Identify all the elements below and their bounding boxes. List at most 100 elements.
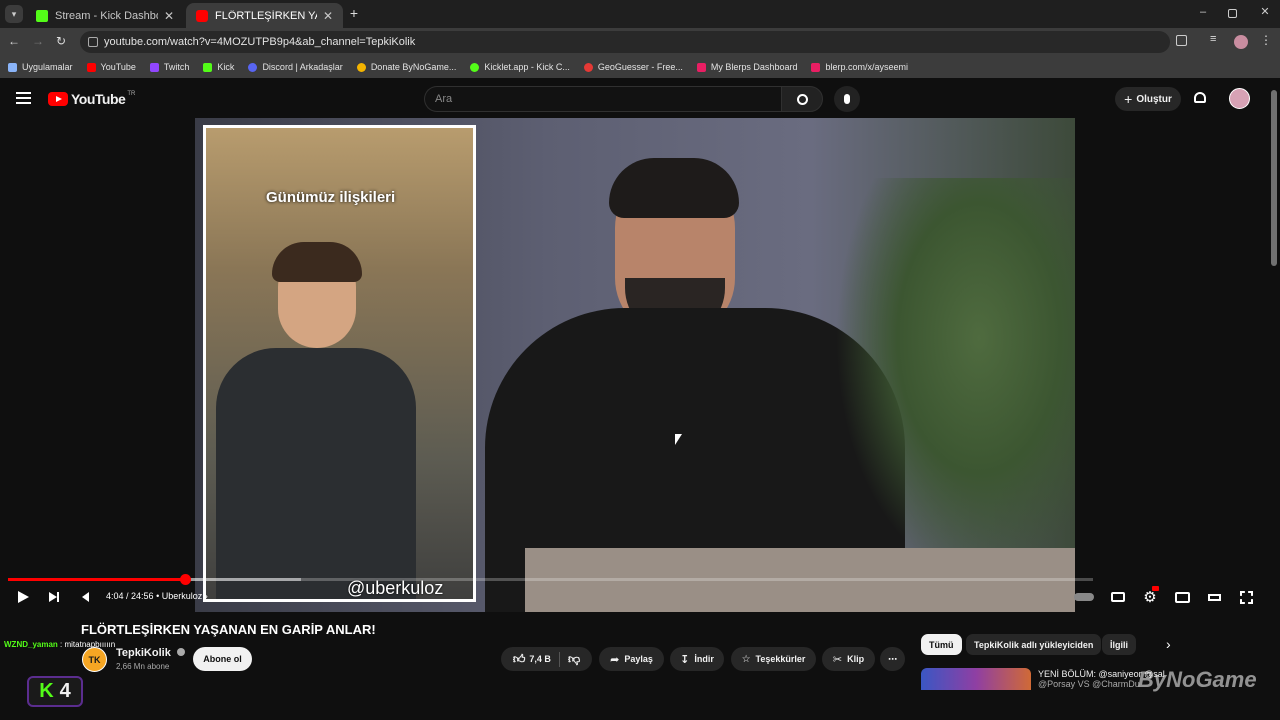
bookmark-geoguesser[interactable]: GeoGuesser - Free...	[583, 62, 683, 72]
geoguesser-icon	[583, 62, 593, 72]
time-text: 4:04 / 24:56	[106, 591, 154, 601]
channel-avatar[interactable]: TK	[82, 647, 107, 672]
video-progress-bar[interactable]	[8, 574, 1093, 585]
share-icon: ➦	[610, 653, 620, 666]
more-vertical-icon: ⋮	[1260, 33, 1272, 47]
super-thanks-icon: ☆	[741, 653, 751, 665]
subtitles-icon	[1111, 592, 1125, 602]
bookmark-label: YouTube	[100, 62, 136, 72]
subscribe-button[interactable]: Abone ol	[193, 647, 252, 671]
fullscreen-button[interactable]	[1238, 589, 1254, 605]
bookmark-label: Discord | Arkadaşlar	[262, 62, 343, 72]
volume-icon	[81, 592, 89, 602]
create-button[interactable]: + Oluştur	[1115, 87, 1181, 111]
verified-check-icon	[176, 648, 185, 656]
bookmark-youtube[interactable]: YouTube	[86, 62, 136, 72]
new-tab-button[interactable]: +	[346, 5, 362, 21]
bookmark-bynogame[interactable]: Donate ByNoGame...	[356, 62, 456, 72]
restore-button[interactable]	[1228, 9, 1237, 18]
played-bar	[8, 578, 185, 581]
clip-button[interactable]: ✂ Klip	[822, 647, 875, 671]
thumbs-down-icon: 👎︎	[567, 651, 581, 666]
tab-title: FLÖRTLEŞİRKEN YAŞANAN EN	[215, 9, 317, 22]
voice-search-button[interactable]	[834, 86, 860, 112]
notifications-button[interactable]	[1193, 91, 1207, 106]
chip-related[interactable]: İlgili	[1102, 634, 1136, 655]
browser-menu-button[interactable]: ⋮	[1260, 33, 1272, 47]
bookmark-uygulamalar[interactable]: Uygulamalar	[8, 62, 73, 72]
bookmark-label: GeoGuesser - Free...	[597, 62, 683, 72]
site-info-icon[interactable]	[88, 37, 98, 47]
volume-button[interactable]	[78, 589, 92, 605]
channel-name[interactable]: TepkiKolik	[116, 647, 185, 659]
channel-name-text: TepkiKolik	[116, 647, 171, 659]
back-button[interactable]: ←	[8, 34, 22, 48]
chips-next-button[interactable]: ›	[1166, 636, 1171, 652]
bynogame-icon	[356, 62, 366, 72]
chevron-right-icon: ›	[1166, 636, 1171, 652]
bookmark-kicklet[interactable]: Kicklet.app - Kick C...	[470, 62, 570, 72]
bookmark-blerp-profile[interactable]: blerp.com/x/ayseemi	[811, 62, 908, 72]
youtube-logo[interactable]: YouTube TR	[48, 91, 135, 107]
chip-all[interactable]: Tümü	[921, 634, 962, 655]
bookmark-blerps-dashboard[interactable]: My Blerps Dashboard	[696, 62, 798, 72]
bookmark-discord[interactable]: Discord | Arkadaşlar	[248, 62, 343, 72]
play-button[interactable]	[16, 589, 30, 605]
dislike-button[interactable]: 👎︎	[560, 652, 580, 667]
miniplayer-button[interactable]	[1174, 589, 1190, 605]
chapter-title[interactable]: Uberkuloz	[162, 591, 203, 601]
theater-mode-button[interactable]	[1206, 589, 1222, 605]
profile-avatar[interactable]	[1234, 35, 1248, 49]
download-icon: ↧	[680, 653, 690, 666]
bookmark-label: blerp.com/x/ayseemi	[825, 62, 908, 72]
like-button[interactable]: 👍︎ 7,4 B	[513, 651, 560, 667]
clip-label: Klip	[847, 654, 865, 664]
guide-menu-button[interactable]	[16, 92, 31, 104]
share-button[interactable]: ➦ Paylaş	[599, 647, 664, 671]
tab-search-list-button[interactable]: ≡	[1210, 33, 1216, 45]
close-icon[interactable]: ✕	[323, 9, 333, 23]
viewer-count: 4	[59, 680, 71, 702]
scrubber-handle[interactable]	[179, 574, 191, 585]
next-button[interactable]	[47, 589, 61, 605]
tab-search-button[interactable]: ▾	[5, 5, 23, 23]
account-avatar[interactable]	[1229, 88, 1250, 109]
subtitles-button[interactable]	[1110, 589, 1126, 605]
arrow-right-icon: →	[32, 34, 44, 48]
bookmark-twitch[interactable]: Twitch	[149, 62, 189, 72]
thanks-button[interactable]: ☆ Teşekkürler	[731, 647, 816, 671]
video-caption: Günümüz ilişkileri	[266, 189, 396, 206]
search-input[interactable]: Ara	[424, 86, 781, 112]
kick-icon	[203, 62, 213, 72]
recommendation-thumbnail[interactable]	[921, 668, 1031, 690]
bookmark-label: My Blerps Dashboard	[710, 62, 798, 72]
skip-next-icon	[49, 592, 57, 602]
blerp-icon	[696, 62, 706, 72]
close-icon[interactable]: ✕	[164, 9, 174, 23]
chip-from-uploader[interactable]: TepkiKolik adlı yükleyiciden	[966, 634, 1102, 655]
page-scrollbar[interactable]	[1271, 90, 1277, 266]
download-button[interactable]: ↧ İndir	[670, 647, 724, 671]
discord-icon	[248, 62, 258, 72]
reload-button[interactable]: ↻	[56, 34, 70, 48]
forward-button[interactable]: →	[32, 34, 46, 48]
scissors-icon: ✂	[832, 653, 843, 666]
search-button[interactable]	[781, 86, 823, 112]
extensions-button[interactable]	[1176, 35, 1187, 46]
hamburger-icon	[16, 97, 31, 99]
minimize-button[interactable]: –	[1196, 6, 1210, 20]
share-label: Paylaş	[624, 654, 653, 664]
close-icon: ✕	[1260, 6, 1270, 18]
close-window-button[interactable]: ✕	[1258, 5, 1272, 19]
autoplay-toggle[interactable]	[1074, 589, 1094, 605]
youtube-icon	[196, 9, 208, 22]
address-bar[interactable]: youtube.com/watch?v=4MOZUTPB9p4&ab_chann…	[80, 31, 1170, 53]
settings-button[interactable]: ⚙	[1142, 586, 1159, 606]
subscriber-count: 2,66 Mn abone	[116, 662, 170, 671]
bell-icon	[1194, 92, 1206, 103]
youtube-icon	[86, 62, 96, 72]
tab-kick-dashboard[interactable]: Stream - Kick Dashboard ✕	[26, 3, 184, 28]
tab-youtube-video[interactable]: FLÖRTLEŞİRKEN YAŞANAN EN ✕	[186, 3, 343, 28]
more-actions-button[interactable]: ⋯	[880, 647, 905, 671]
bookmark-kick[interactable]: Kick	[203, 62, 234, 72]
